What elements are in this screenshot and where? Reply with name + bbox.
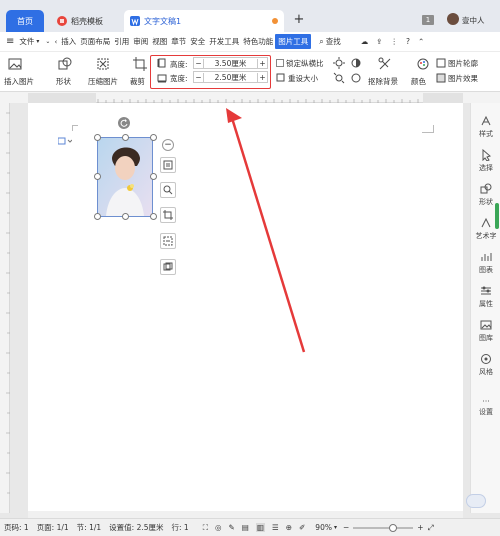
status-page-number[interactable]: 页码: 1 [4, 522, 29, 533]
zoom-slider-thumb[interactable] [389, 523, 398, 532]
right-side-panel: 样式 选择 形状 艺术字 图表 属性 图库 风格 ··· 设置 [470, 103, 500, 513]
outline-view-icon[interactable]: ☰ [272, 523, 279, 532]
gallery-icon [480, 320, 492, 330]
more-dots-icon: ··· [482, 397, 490, 406]
panel-properties[interactable]: 属性 [471, 285, 500, 309]
fit-page-icon[interactable]: ⤢ [428, 523, 434, 533]
zoom-level[interactable]: 90% [315, 523, 332, 532]
panel-settings[interactable]: ··· 设置 [471, 397, 500, 417]
status-bar: 页码: 1 页面: 1/1 节: 1/1 设置值: 2.5厘米 行: 1 ⛶ ◎… [0, 518, 500, 536]
theme-icon [481, 354, 491, 364]
panel-shape-label: 形状 [479, 198, 493, 206]
baidu-watermark-badge [466, 494, 486, 508]
pen-icon[interactable]: ✎ [228, 523, 234, 532]
protect-eye-icon[interactable]: ◎ [215, 523, 222, 532]
zoom-in-button[interactable]: + [417, 523, 423, 532]
annotation-arrow-icon [226, 108, 306, 353]
zoom-slider[interactable] [353, 523, 414, 532]
wordart-icon [481, 217, 491, 228]
web-view-icon[interactable]: ⊕ [286, 523, 292, 532]
panel-wordart-label: 艺术字 [475, 232, 497, 240]
panel-settings-label: 设置 [479, 408, 493, 416]
page-view-icon[interactable]: ▤ [242, 523, 249, 532]
panel-style[interactable]: 样式 [471, 115, 500, 139]
shape-panel-icon [480, 183, 492, 194]
panel-chart-label: 图表 [479, 266, 493, 274]
properties-icon [481, 286, 491, 295]
panel-chart[interactable]: 图表 [471, 251, 500, 275]
panel-theme-label: 风格 [479, 368, 493, 376]
panel-select[interactable]: 选择 [471, 149, 500, 173]
status-row[interactable]: 行: 1 [172, 522, 189, 533]
zoom-chevron-icon[interactable]: ▾ [334, 524, 337, 531]
read-view-icon[interactable]: ▥ [255, 523, 265, 532]
select-cursor-icon [482, 149, 491, 161]
panel-gallery[interactable]: 图库 [471, 319, 500, 343]
panel-select-label: 选择 [479, 164, 493, 172]
chart-icon [481, 253, 492, 261]
panel-theme[interactable]: 风格 [471, 353, 500, 377]
status-section[interactable]: 节: 1/1 [77, 522, 101, 533]
zoom-out-button[interactable]: − [343, 523, 349, 532]
panel-properties-label: 属性 [479, 300, 493, 308]
panel-gallery-label: 图库 [479, 334, 493, 342]
status-page[interactable]: 页面: 1/1 [37, 522, 69, 533]
write-view-icon[interactable]: ✐ [299, 523, 305, 532]
fullscreen-icon[interactable]: ⛶ [203, 523, 208, 533]
style-icon [481, 115, 491, 126]
panel-scroll-indicator[interactable] [495, 203, 499, 229]
status-setting-value[interactable]: 设置值: 2.5厘米 [109, 522, 163, 533]
horizontal-scrollbar[interactable] [28, 511, 463, 518]
panel-style-label: 样式 [479, 130, 493, 138]
